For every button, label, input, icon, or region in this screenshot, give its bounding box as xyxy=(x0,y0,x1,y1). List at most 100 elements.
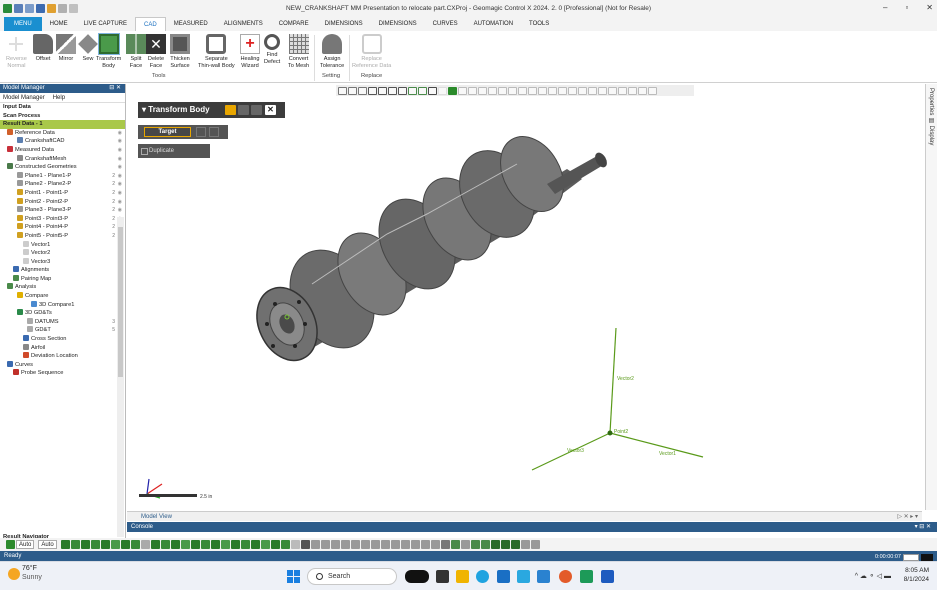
view-tool-icon[interactable] xyxy=(428,86,437,95)
tab-dimensions[interactable]: DIMENSIONS xyxy=(371,17,425,31)
view-tool-icon[interactable] xyxy=(628,86,637,95)
visibility-icon[interactable]: ◉ xyxy=(118,163,122,172)
file-explorer-icon[interactable] xyxy=(456,570,469,583)
selection-tool-icon[interactable] xyxy=(350,540,360,549)
selection-tool-icon[interactable] xyxy=(270,540,280,549)
selection-tool-icon[interactable] xyxy=(210,540,220,549)
tree-item-constructed-geometries[interactable]: Constructed Geometries ◉ xyxy=(0,163,125,172)
selection-tool-icon[interactable] xyxy=(150,540,160,549)
selection-tool-icon[interactable] xyxy=(480,540,490,549)
selection-tool-icon[interactable] xyxy=(200,540,210,549)
selection-tool-icon[interactable] xyxy=(390,540,400,549)
vector1-line[interactable] xyxy=(609,432,704,458)
selection-tool-icon[interactable] xyxy=(400,540,410,549)
app-icon-mastercam[interactable] xyxy=(405,570,429,583)
tree-item-3d-compare1[interactable]: 3D Compare1◉ xyxy=(0,300,125,310)
selection-tool-icon[interactable] xyxy=(430,540,440,549)
undo-icon[interactable] xyxy=(58,4,67,13)
visibility-icon[interactable]: ◉ xyxy=(118,155,122,164)
tree-item-vector2[interactable]: Vector2◉ xyxy=(0,249,125,258)
new-icon[interactable] xyxy=(14,4,23,13)
tree-item-reference-data[interactable]: Reference Data ◉ xyxy=(0,128,125,138)
view-tool-icon[interactable] xyxy=(548,86,557,95)
selection-tool-icon[interactable] xyxy=(140,540,150,549)
app-icon-geomagic[interactable] xyxy=(537,570,550,583)
tree-item-crankshaftcad[interactable]: CrankshaftCAD ◉ xyxy=(0,137,125,146)
visibility-icon[interactable]: ◉ xyxy=(118,129,122,138)
close-icon[interactable]: ✕ xyxy=(926,3,933,12)
separate-thin-wall-body-button[interactable]: Separate Thin-wall Body xyxy=(198,34,235,69)
selection-tool-icon[interactable] xyxy=(320,540,330,549)
selection-tool-icon[interactable] xyxy=(160,540,170,549)
view-tool-icon[interactable] xyxy=(378,86,387,95)
filter-dropdown[interactable]: Auto xyxy=(38,540,57,549)
visibility-icon[interactable]: ◉ xyxy=(118,180,122,189)
view-tool-icon[interactable] xyxy=(608,86,617,95)
view-tool-icon[interactable] xyxy=(458,86,467,95)
minimize-icon[interactable]: – xyxy=(883,3,887,12)
tree-item-3d-gd-ts[interactable]: 3D GD&Ts◉ xyxy=(0,309,125,318)
view-tool-icon[interactable] xyxy=(588,86,597,95)
chrome-icon[interactable] xyxy=(559,570,572,583)
split-face-button[interactable]: Split Face xyxy=(126,34,146,69)
assign-tolerance-button[interactable]: Assign Tolerance xyxy=(320,34,344,69)
tree-item-probe-sequence[interactable]: Probe Sequence◉ xyxy=(0,369,125,378)
target-options-icon[interactable] xyxy=(209,127,219,137)
selection-tool-icon[interactable] xyxy=(510,540,520,549)
tree-item-result-data-1[interactable]: Result Data - 1 xyxy=(0,120,125,129)
tree-item-datums[interactable]: DATUMS3◉ xyxy=(0,317,125,327)
selection-tool-icon[interactable] xyxy=(230,540,240,549)
selection-tool-icon[interactable] xyxy=(440,540,450,549)
selection-tool-icon[interactable] xyxy=(500,540,510,549)
selection-tool-icon[interactable] xyxy=(240,540,250,549)
import-icon[interactable] xyxy=(47,4,56,13)
reverse-normal-button[interactable]: Reverse Normal xyxy=(6,34,27,69)
tree-item-airfoil[interactable]: Airfoil◉ xyxy=(0,343,125,353)
tab-live-capture[interactable]: LIVE CAPTURE xyxy=(76,17,135,31)
tab-alignments[interactable]: ALIGNMENTS xyxy=(216,17,271,31)
selection-tool-icon[interactable] xyxy=(100,540,110,549)
view-tool-icon[interactable] xyxy=(448,86,457,95)
console-title[interactable]: Console xyxy=(131,524,153,530)
tree-item-point1-point1-p[interactable]: Point1 - Point1-P 2 ◉ xyxy=(0,188,125,198)
selection-tool-icon[interactable] xyxy=(90,540,100,549)
taskbar-search[interactable]: Search xyxy=(307,568,397,585)
visibility-icon[interactable]: ◉ xyxy=(118,206,122,215)
view-tool-icon[interactable] xyxy=(578,86,587,95)
selection-tool-icon[interactable] xyxy=(310,540,320,549)
selection-tool-icon[interactable] xyxy=(190,540,200,549)
view-tool-icon[interactable] xyxy=(398,86,407,95)
visibility-icon[interactable]: ◉ xyxy=(118,198,122,207)
open-icon[interactable] xyxy=(25,4,34,13)
view-tool-icon[interactable] xyxy=(338,86,347,95)
selection-tool-icon[interactable] xyxy=(70,540,80,549)
tree-item-point5-point5-p[interactable]: Point5 - Point5-P2◉ xyxy=(0,231,125,241)
view-tool-icon[interactable] xyxy=(468,86,477,95)
view-tool-icon[interactable] xyxy=(368,86,377,95)
origin-point[interactable] xyxy=(607,430,613,436)
apply-icon[interactable] xyxy=(238,105,249,115)
app-icon-cloud[interactable] xyxy=(517,570,530,583)
selection-tool-icon[interactable] xyxy=(380,540,390,549)
tray-icons[interactable]: ^ ☁ ⚬ ◁ ▬ xyxy=(855,572,891,580)
thicken-surface-button[interactable]: Thicken Surface xyxy=(170,34,190,69)
store-icon[interactable] xyxy=(497,570,510,583)
tab-compare[interactable]: COMPARE xyxy=(271,17,317,31)
selection-tool-icon[interactable] xyxy=(360,540,370,549)
tree-item-plane2-plane2-p[interactable]: Plane2 - Plane2-P 2 ◉ xyxy=(0,180,125,189)
app-icon-outlook[interactable] xyxy=(601,570,614,583)
tab-help[interactable]: Help xyxy=(53,93,65,102)
view-tool-icon[interactable] xyxy=(408,86,417,95)
healing-wizard-button[interactable]: + Healing Wizard xyxy=(240,34,260,69)
selection-tool-icon[interactable] xyxy=(280,540,290,549)
app-icon-control-x[interactable] xyxy=(580,570,593,583)
selection-mode-icon[interactable] xyxy=(6,540,15,549)
crankshaft-model[interactable] xyxy=(246,125,610,370)
visibility-icon[interactable]: ◉ xyxy=(118,137,122,146)
selection-tool-icon[interactable] xyxy=(490,540,500,549)
view-tool-icon[interactable] xyxy=(568,86,577,95)
tab-model-view[interactable]: Model View xyxy=(141,512,172,522)
tree-item-gd-t[interactable]: GD&T5◉ xyxy=(0,326,125,335)
view-tool-icon[interactable] xyxy=(478,86,487,95)
weather-widget[interactable]: 76°F Sunny xyxy=(22,564,42,582)
